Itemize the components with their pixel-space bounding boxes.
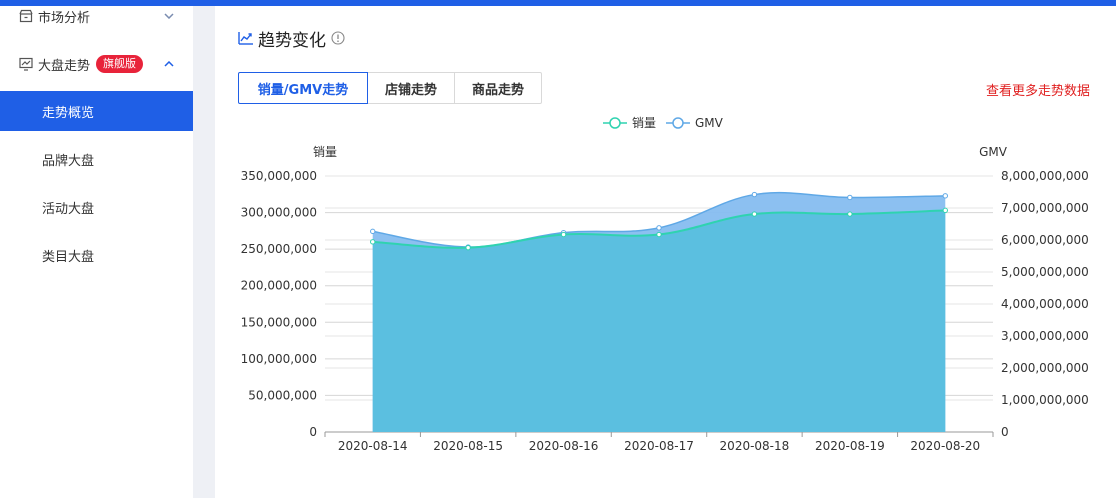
x-tick-label: 2020-08-14: [338, 439, 408, 453]
flagship-badge: 旗舰版: [96, 55, 144, 73]
y-tick-right-label: 3,000,000,000: [1001, 329, 1089, 343]
series-sales-area: [372, 210, 946, 432]
sales-data-point[interactable]: [847, 211, 853, 217]
y-tick-left-label: 250,000,000: [241, 242, 317, 256]
x-tick-label: 2020-08-20: [910, 439, 980, 453]
legend-circle-icon: [672, 117, 684, 129]
y-axis-right-label: GMV: [979, 145, 1008, 159]
legend-item[interactable]: 销量: [603, 116, 656, 130]
y-tick-left-label: 50,000,000: [248, 388, 317, 402]
y-tick-left-label: 150,000,000: [241, 315, 317, 329]
sidebar-group-market-label: 市场分析: [38, 10, 91, 26]
gmv-data-point[interactable]: [751, 191, 758, 198]
legend-label: GMV: [695, 116, 724, 130]
tab-store-trend[interactable]: 店铺走势: [367, 72, 455, 104]
y-tick-right-label: 2,000,000,000: [1001, 361, 1089, 375]
y-tick-right-label: 6,000,000,000: [1001, 233, 1089, 247]
sales-data-point[interactable]: [560, 231, 567, 238]
sales-data-point[interactable]: [942, 207, 948, 214]
y-tick-left-label: 200,000,000: [241, 279, 317, 293]
x-axis-ticks: 2020-08-14 2020-08-15 2020-08-16 2020-08-17…: [324, 432, 994, 453]
sidebar-divider: [193, 6, 215, 498]
y-tick-right-label: 1,000,000,000: [1001, 393, 1089, 407]
y-tick-left-label: 300,000,000: [241, 206, 317, 220]
sidebar-item-label: 走势概览: [42, 105, 95, 121]
sales-data-point[interactable]: [370, 239, 376, 245]
sidebar-item-brand-board[interactable]: 品牌大盘: [0, 139, 193, 179]
trend-tabs: 销量/GMV走势 店铺走势 商品走势: [238, 72, 542, 104]
gmv-data-point[interactable]: [370, 228, 376, 235]
sales-data-point[interactable]: [465, 244, 471, 251]
x-tick-label: 2020-08-18: [720, 439, 790, 453]
y-tick-left-label: 0: [309, 425, 317, 439]
legend-item[interactable]: GMV: [666, 116, 724, 130]
y-tick-right-label: 8,000,000,000: [1001, 169, 1089, 183]
y-tick-left-label: 100,000,000: [241, 352, 317, 366]
sidebar-item-label: 品牌大盘: [42, 153, 95, 169]
page-title: 趋势变化: [237, 26, 345, 51]
trend-board-icon: [18, 56, 34, 72]
x-tick-label: 2020-08-15: [433, 439, 503, 453]
gmv-data-point[interactable]: [656, 225, 662, 231]
sidebar-group-trend-label: 大盘走势: [38, 58, 91, 74]
chevron-up-icon[interactable]: [161, 56, 177, 72]
sidebar-group-trend[interactable]: 大盘走势 旗舰版: [0, 44, 193, 84]
sales-data-point[interactable]: [751, 211, 758, 217]
legend-label: 销量: [632, 116, 656, 130]
trend-chart: 销量 GMV 销量 GMV 0 50,000,000 100,000,000 150,0…: [241, 116, 1089, 453]
x-tick-label: 2020-08-16: [529, 439, 599, 453]
sidebar-item-label: 类目大盘: [42, 249, 95, 265]
sidebar-item-activity-board[interactable]: 活动大盘: [0, 187, 193, 227]
y-tick-left-label: 350,000,000: [241, 169, 317, 183]
gmv-data-point[interactable]: [942, 193, 948, 199]
legend-circle-icon: [609, 117, 621, 129]
sidebar-item-label: 活动大盘: [42, 201, 95, 217]
y-tick-right-label: 5,000,000,000: [1001, 265, 1089, 279]
chevron-down-icon[interactable]: [161, 8, 177, 24]
info-icon[interactable]: [331, 31, 345, 45]
trend-chart-icon: [237, 29, 255, 47]
x-tick-label: 2020-08-19: [815, 439, 885, 453]
x-tick-label: 2020-08-17: [624, 439, 694, 453]
y-tick-right-label: 7,000,000,000: [1001, 201, 1089, 215]
y-axis-right-ticks: 0 1,000,000,000 2,000,000,000 3,000,000,000…: [1001, 169, 1089, 439]
sidebar-item-category-board[interactable]: 类目大盘: [0, 235, 193, 275]
tab-product-trend[interactable]: 商品走势: [454, 72, 542, 104]
tab-sales-gmv[interactable]: 销量/GMV走势: [238, 72, 368, 104]
gmv-data-point[interactable]: [847, 194, 853, 201]
shop-icon: [18, 8, 34, 24]
main-panel: 趋势变化 销量/GMV走势 店铺走势 商品走势 查看更多走势数据 销量 GMV 销…: [215, 6, 1116, 498]
y-axis-left-ticks: 0 50,000,000 100,000,000 150,000,000 200,000…: [241, 169, 317, 439]
sidebar: 市场分析 大盘走势 旗舰版 走势概览 品牌大盘 活动大盘 类目大盘: [0, 6, 193, 498]
y-tick-right-label: 4,000,000,000: [1001, 297, 1089, 311]
more-trend-data-link[interactable]: 查看更多走势数据: [986, 80, 1090, 99]
chart-legend[interactable]: 销量 GMV: [603, 116, 724, 130]
sales-data-point[interactable]: [656, 231, 662, 238]
y-axis-left-label: 销量: [313, 145, 337, 159]
sidebar-item-trend-overview[interactable]: 走势概览: [0, 91, 193, 131]
page-title-text: 趋势变化: [258, 30, 326, 51]
y-tick-right-label: 0: [1001, 425, 1009, 439]
sidebar-group-market[interactable]: 市场分析: [0, 0, 193, 36]
